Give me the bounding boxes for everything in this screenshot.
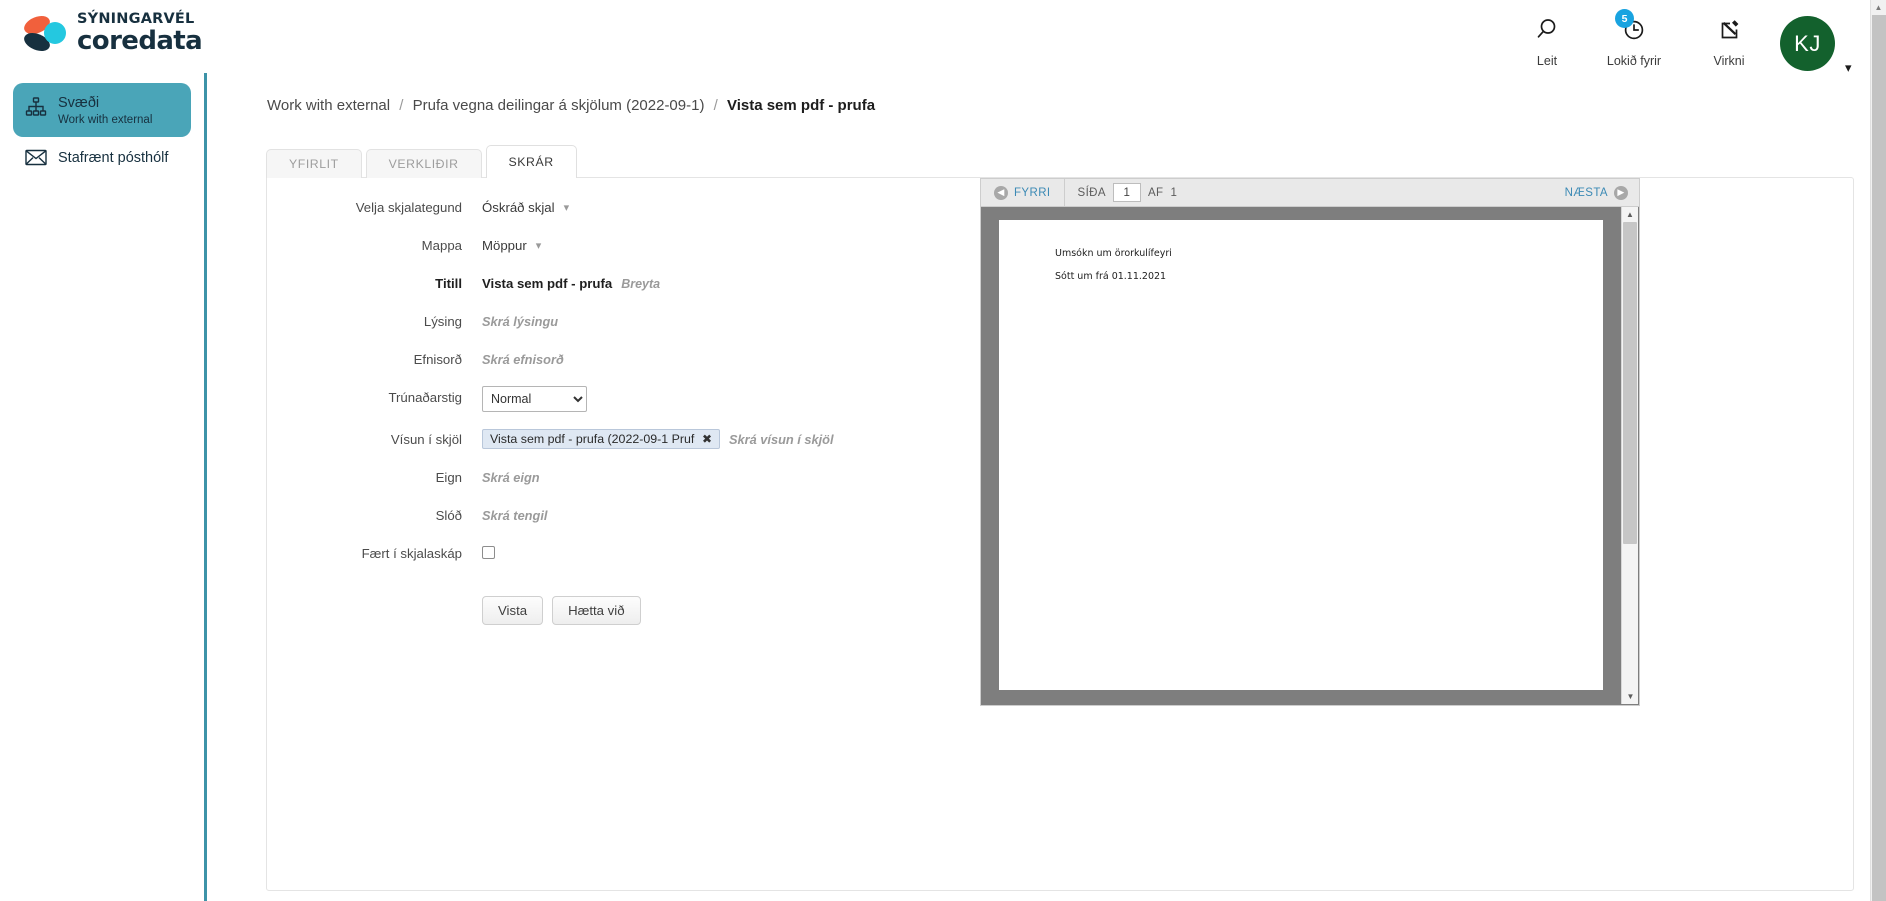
sidebar-item-title: Svæði <box>58 95 100 111</box>
pdf-text-line: Umsókn um örorkulífeyri <box>1055 248 1172 259</box>
pdf-page-input[interactable]: 1 <box>1112 183 1141 202</box>
form-value: Óskráð skjal <box>482 200 555 215</box>
avatar[interactable]: KJ <box>1780 16 1835 71</box>
chevron-down-icon[interactable]: ▾ <box>1845 60 1852 76</box>
sidebar-divider <box>204 73 207 901</box>
avatar-initials: KJ <box>1794 30 1821 56</box>
sidebar-item-title: Stafrænt pósthólf <box>58 149 169 166</box>
envelope-icon <box>25 148 47 170</box>
visun-chip[interactable]: Vista sem pdf - prufa (2022-09-1 Prufa v… <box>482 429 720 449</box>
titill-edit-link[interactable]: Breyta <box>621 277 660 291</box>
form-label: Velja skjalategund <box>355 200 462 215</box>
search-icon <box>1534 14 1560 44</box>
scroll-down-icon[interactable]: ▼ <box>1622 689 1639 704</box>
trunadarstig-select[interactable]: Normal <box>482 386 587 412</box>
form-label: Mappa <box>421 238 462 253</box>
scroll-up-icon[interactable]: ▲ <box>1871 0 1886 15</box>
pdf-text-line: Sótt um frá 01.11.2021 <box>1055 271 1167 282</box>
form-label: Titill <box>435 276 462 291</box>
topbar-action-label: Leit <box>1536 54 1558 68</box>
topbar-action-label: Lokið fyrir <box>1606 54 1662 68</box>
pdf-scrollbar-thumb[interactable] <box>1623 222 1637 544</box>
save-button-label: Vista <box>498 603 528 618</box>
slod-input[interactable]: Skrá tengil <box>482 508 547 523</box>
edit-square-icon <box>1716 14 1742 44</box>
tab-label: SKRÁR <box>508 155 554 169</box>
chevron-down-icon: ▾ <box>535 240 542 252</box>
pdf-total-pages: 1 <box>1170 186 1178 199</box>
pdf-page-indicator: SÍÐA 1 AF 1 <box>1065 183 1178 202</box>
pdf-next-button[interactable]: NÆSTA ▶ <box>1554 179 1639 206</box>
tab-label: VERKLIÐIR <box>388 157 459 171</box>
pdf-canvas-area: Umsókn um örorkulífeyri Sótt um frá 01.1… <box>980 207 1640 706</box>
tab-bar: YFIRLIT VERKLIÐIR SKRÁR <box>266 145 581 178</box>
lysing-input[interactable]: Skrá lýsingu <box>482 314 558 329</box>
breadcrumb-item-1[interactable]: Prufa vegna deilingar á skjölum (2022-09… <box>413 97 705 114</box>
cancel-button[interactable]: Hætta við <box>552 596 641 625</box>
pdf-next-label: NÆSTA <box>1564 186 1608 199</box>
pdf-prev-label: FYRRI <box>1014 186 1051 199</box>
mappa-dropdown[interactable]: Möppur ▾ <box>482 234 541 253</box>
skjalategund-dropdown[interactable]: Óskráð skjal ▾ <box>482 196 569 215</box>
tab-label: YFIRLIT <box>289 157 339 171</box>
tab-verklidir[interactable]: VERKLIÐIR <box>365 149 482 178</box>
pdf-scrollbar[interactable]: ▲ ▼ <box>1621 207 1638 704</box>
arrow-right-circle-icon: ▶ <box>1614 185 1628 200</box>
pdf-prev-button[interactable]: ◀ FYRRI <box>981 179 1065 206</box>
cancel-button-label: Hætta við <box>568 603 625 618</box>
form-label: Eign <box>435 470 462 485</box>
tab-yfirlit[interactable]: YFIRLIT <box>266 149 362 178</box>
arrow-left-circle-icon: ◀ <box>994 185 1008 200</box>
pdf-page: Umsókn um örorkulífeyri Sótt um frá 01.1… <box>999 220 1603 690</box>
pdf-page-word: SÍÐA <box>1077 186 1106 199</box>
content-card: Velja skjalategund Óskráð skjal ▾ Mappa … <box>266 177 1854 891</box>
form-label: Slóð <box>435 508 462 523</box>
form-label: Lýsing <box>423 314 462 329</box>
close-icon[interactable]: ✖ <box>702 432 712 446</box>
topbar-action-virkni[interactable]: Virkni <box>1690 14 1768 68</box>
breadcrumb-separator: / <box>399 97 404 114</box>
clock-icon: 5 <box>1615 9 1647 44</box>
visun-input[interactable]: Skrá vísun í skjöl <box>729 432 834 447</box>
sidebar: SÝNINGARVÉL coredata Svæði Work with ext… <box>0 0 205 901</box>
notification-badge: 5 <box>1615 9 1634 28</box>
sitemap-icon <box>25 96 47 118</box>
sidebar-item-svaedi[interactable]: Svæði Work with external <box>13 83 191 137</box>
topbar-action-leit[interactable]: Leit <box>1508 14 1586 68</box>
breadcrumb: Work with external / Prufa vegna deiling… <box>267 97 875 114</box>
page-scrollbar-thumb[interactable] <box>1872 15 1886 901</box>
page-scrollbar[interactable]: ▲ <box>1870 0 1886 901</box>
topbar-action-lokid-fyrir[interactable]: 5 Lokið fyrir <box>1595 9 1673 68</box>
app-logo[interactable]: SÝNINGARVÉL coredata <box>22 11 203 56</box>
form-label: Trúnaðarstig <box>388 390 462 405</box>
save-button[interactable]: Vista <box>482 596 544 625</box>
eign-input[interactable]: Skrá eign <box>482 470 540 485</box>
logo-title-small: SÝNINGARVÉL <box>77 11 195 28</box>
form-value: Möppur <box>482 238 527 253</box>
breadcrumb-separator: / <box>713 97 718 114</box>
topbar-action-label: Virkni <box>1713 54 1745 68</box>
coredata-logo-icon <box>22 12 68 54</box>
titill-value: Vista sem pdf - prufa <box>482 276 613 291</box>
chevron-down-icon: ▾ <box>563 202 570 214</box>
scroll-up-icon[interactable]: ▲ <box>1622 207 1638 222</box>
pdf-toolbar: ◀ FYRRI SÍÐA 1 AF 1 NÆSTA ▶ <box>980 178 1640 207</box>
breadcrumb-item-0[interactable]: Work with external <box>267 97 390 114</box>
sidebar-item-stafraent-posthlf[interactable]: Stafrænt pósthólf <box>13 144 191 176</box>
sidebar-item-subtitle: Work with external <box>58 114 153 127</box>
form-label: Vísun í skjöl <box>390 432 462 447</box>
tab-skrar[interactable]: SKRÁR <box>485 145 577 178</box>
form-label: Efnisorð <box>413 352 462 367</box>
efnisord-input[interactable]: Skrá efnisorð <box>482 352 564 367</box>
logo-title-big: coredata <box>77 25 203 56</box>
skjalaskap-checkbox[interactable] <box>482 546 495 559</box>
breadcrumb-current: Vista sem pdf - prufa <box>726 97 876 114</box>
pdf-viewer: ◀ FYRRI SÍÐA 1 AF 1 NÆSTA ▶ Umsókn um ör… <box>980 178 1640 706</box>
visun-chip-label: Vista sem pdf - prufa (2022-09-1 Prufa v… <box>490 432 695 446</box>
form-label: Fært í skjalaskáp <box>361 546 462 561</box>
pdf-of-word: AF <box>1147 186 1164 199</box>
